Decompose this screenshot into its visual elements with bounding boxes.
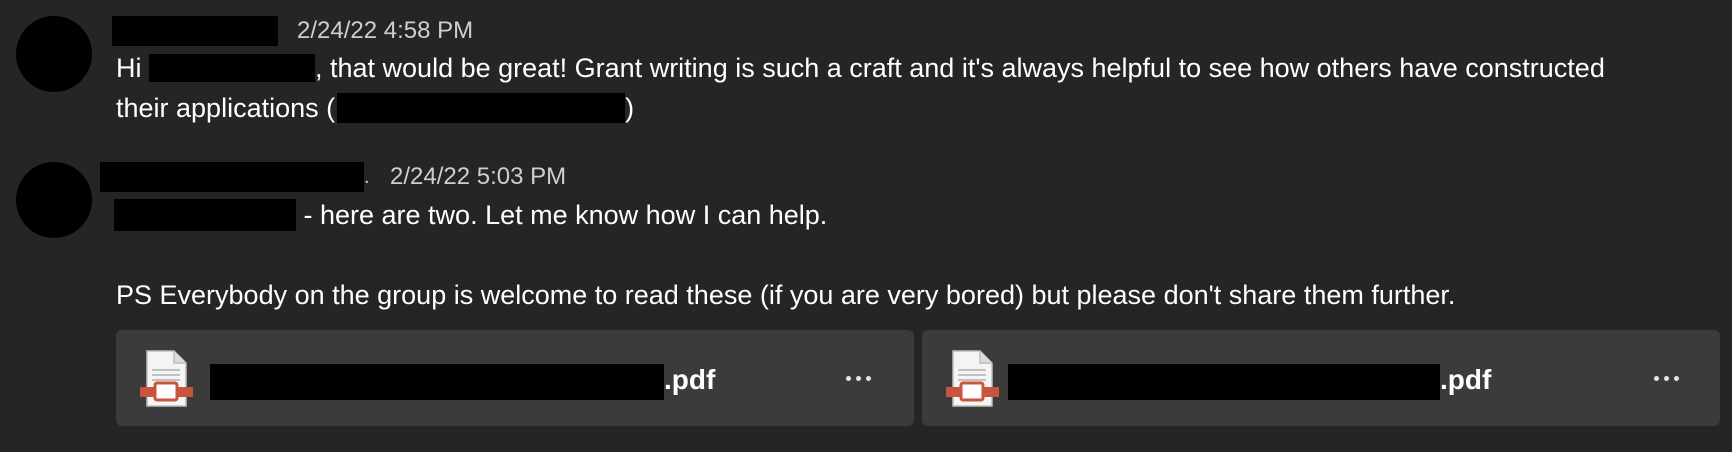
sender-name-redacted[interactable] <box>100 162 364 192</box>
message-timestamp: 2/24/22 4:58 PM <box>297 17 474 44</box>
message-text-line: their applications () <box>116 91 634 125</box>
avatar[interactable] <box>16 16 92 92</box>
file-extension: .pdf <box>664 364 716 395</box>
message-text-line: PS Everybody on the group is welcome to … <box>116 280 1456 310</box>
attachment-card[interactable]: .pdf <box>116 330 914 426</box>
more-options-icon[interactable] <box>1644 358 1688 398</box>
pdf-file-icon <box>946 350 999 407</box>
attachment-card[interactable]: .pdf <box>922 330 1720 426</box>
text-redacted <box>337 92 626 123</box>
message-text-line: - here are two. Let me know how I can he… <box>114 198 827 233</box>
file-name-redacted <box>210 364 664 400</box>
mention-redacted[interactable] <box>114 198 296 231</box>
message-text: , that would be great! Grant writing is … <box>315 53 1605 83</box>
message-text: their applications ( <box>116 93 336 123</box>
message-text: ) <box>625 93 635 123</box>
message-timestamp: 2/24/22 5:03 PM <box>390 163 567 190</box>
message-text: Hi <box>116 53 149 83</box>
mention-redacted[interactable] <box>149 53 315 82</box>
pdf-file-icon <box>140 350 193 407</box>
sender-name-suffix: . <box>364 166 370 188</box>
more-options-icon[interactable] <box>836 358 880 398</box>
file-name-redacted <box>1008 364 1440 400</box>
message-text-line: Hi , that would be great! Grant writing … <box>116 51 1605 85</box>
message-text: - here are two. Let me know how I can he… <box>296 200 828 230</box>
avatar[interactable] <box>16 162 92 238</box>
sender-name-redacted[interactable] <box>112 16 278 46</box>
file-extension: .pdf <box>1440 364 1492 395</box>
